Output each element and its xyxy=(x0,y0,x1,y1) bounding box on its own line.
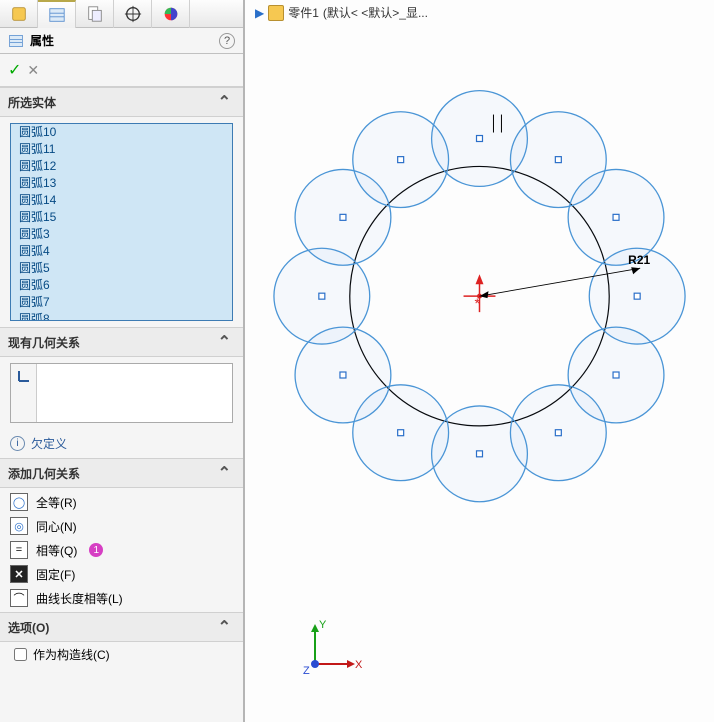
eq-curve-len-icon: ⌒ xyxy=(10,589,28,607)
section-existing-relations[interactable]: 现有几何关系 ⌃ xyxy=(0,327,243,357)
section-label: 现有几何关系 xyxy=(8,334,80,351)
svg-text:*: * xyxy=(475,295,481,311)
add-relation-equal[interactable]: = 相等(Q) 1 xyxy=(0,538,243,562)
fix-icon: ✕ xyxy=(10,565,28,583)
list-item[interactable]: 圆弧5 xyxy=(11,260,232,277)
section-label: 所选实体 xyxy=(8,94,56,111)
property-icon xyxy=(48,6,66,24)
tab-feature[interactable] xyxy=(0,0,38,28)
breadcrumb-suffix: (默认< <默认>_显... xyxy=(323,4,428,21)
pin-button[interactable]: ✕ xyxy=(27,62,39,79)
tab-config[interactable] xyxy=(76,0,114,28)
axis-x-label: X xyxy=(355,659,363,671)
target-icon xyxy=(124,5,142,23)
breadcrumb-doc: 零件1 xyxy=(288,4,319,21)
section-label: 添加几何关系 xyxy=(8,465,80,482)
full-equal-icon: ◯ xyxy=(10,493,28,511)
tab-dim[interactable] xyxy=(114,0,152,28)
center-handle[interactable] xyxy=(477,451,483,457)
property-scroll[interactable]: 所选实体 ⌃ 圆弧10圆弧11圆弧12圆弧13圆弧14圆弧15圆弧3圆弧4圆弧5… xyxy=(0,87,243,722)
axis-y-label: Y xyxy=(319,619,327,631)
property-icon xyxy=(8,33,24,49)
chevron-up-icon[interactable]: ⌃ xyxy=(214,617,235,637)
part-icon xyxy=(268,5,284,21)
breadcrumb-arrow-icon: ▶ xyxy=(255,6,264,20)
center-handle[interactable] xyxy=(555,157,561,163)
center-handle[interactable] xyxy=(613,372,619,378)
list-item[interactable]: 圆弧13 xyxy=(11,175,232,192)
construction-checkbox[interactable] xyxy=(14,648,27,661)
list-item[interactable]: 圆弧6 xyxy=(11,277,232,294)
add-relation-label: 全等(R) xyxy=(36,494,77,511)
step-marker: 1 xyxy=(89,543,103,557)
panel-header: 属性 ? xyxy=(0,28,243,54)
section-add-relations[interactable]: 添加几何关系 ⌃ xyxy=(0,458,243,488)
add-relation-fix[interactable]: ✕ 固定(F) xyxy=(0,562,243,586)
axis-z-label: Z xyxy=(303,665,310,677)
add-relation-eq-curve-len[interactable]: ⌒ 曲线长度相等(L) xyxy=(0,586,243,610)
center-handle[interactable] xyxy=(398,157,404,163)
tab-appearance[interactable] xyxy=(152,0,190,28)
center-handle[interactable] xyxy=(340,372,346,378)
equal-icon: = xyxy=(10,541,28,559)
confirm-button[interactable]: ✓ xyxy=(8,60,21,80)
panel-tabs xyxy=(0,0,243,28)
add-relation-label: 相等(Q) xyxy=(36,542,77,559)
breadcrumb[interactable]: ▶ 零件1 (默认< <默认>_显... xyxy=(255,4,428,21)
chevron-up-icon[interactable]: ⌃ xyxy=(214,92,235,112)
list-item[interactable]: 圆弧4 xyxy=(11,243,232,260)
list-item[interactable]: 圆弧11 xyxy=(11,141,232,158)
center-handle[interactable] xyxy=(477,136,483,142)
list-item[interactable]: 圆弧12 xyxy=(11,158,232,175)
center-handle[interactable] xyxy=(319,293,325,299)
config-icon xyxy=(86,5,104,23)
graphics-viewport[interactable]: ▶ 零件1 (默认< <默认>_显... * R21 xyxy=(245,0,714,722)
center-handle[interactable] xyxy=(398,430,404,436)
status-text: 欠定义 xyxy=(31,435,67,452)
add-relations-list: ◯ 全等(R) ◎ 同心(N) = 相等(Q) 1 ✕ 固定(F) ⌒ 曲线长度相等(L) xyxy=(0,488,243,612)
feature-icon xyxy=(10,5,28,23)
concentric-icon: ◎ xyxy=(10,517,28,535)
list-item[interactable]: 圆弧7 xyxy=(11,294,232,311)
view-triad[interactable]: X Y Z xyxy=(295,614,365,687)
chevron-up-icon[interactable]: ⌃ xyxy=(214,463,235,483)
add-relation-label: 曲线长度相等(L) xyxy=(36,590,123,607)
list-item[interactable]: 圆弧8 xyxy=(11,311,232,321)
origin-marker: * xyxy=(464,274,496,312)
add-relation-full-equal[interactable]: ◯ 全等(R) xyxy=(0,490,243,514)
list-item[interactable]: 圆弧3 xyxy=(11,226,232,243)
panel-resize-handle[interactable] xyxy=(245,0,253,722)
tab-property[interactable] xyxy=(38,0,76,28)
center-handle[interactable] xyxy=(634,293,640,299)
add-relation-label: 固定(F) xyxy=(36,566,75,583)
add-relation-label: 同心(N) xyxy=(36,518,77,535)
existing-relations-box[interactable] xyxy=(10,363,233,423)
panel-title: 属性 xyxy=(30,32,219,49)
list-item[interactable]: 圆弧14 xyxy=(11,192,232,209)
section-options[interactable]: 选项(O) ⌃ xyxy=(0,612,243,642)
info-icon: i xyxy=(10,436,25,451)
add-relation-concentric[interactable]: ◎ 同心(N) xyxy=(0,514,243,538)
section-selected-entities[interactable]: 所选实体 ⌃ xyxy=(0,87,243,117)
action-row: ✓ ✕ xyxy=(0,54,243,87)
list-item[interactable]: 圆弧15 xyxy=(11,209,232,226)
center-handle[interactable] xyxy=(555,430,561,436)
section-label: 选项(O) xyxy=(8,619,49,636)
perpendicular-icon xyxy=(16,368,32,384)
chevron-up-icon[interactable]: ⌃ xyxy=(214,332,235,352)
option-label: 作为构造线(C) xyxy=(33,646,110,663)
appearance-icon xyxy=(162,5,180,23)
status-row: i 欠定义 xyxy=(0,429,243,458)
center-handle[interactable] xyxy=(340,214,346,220)
list-item[interactable]: 圆弧10 xyxy=(11,124,232,141)
help-button[interactable]: ? xyxy=(219,33,235,49)
radius-label: R21 xyxy=(628,253,650,267)
option-construction[interactable]: 作为构造线(C) xyxy=(0,642,243,667)
relation-icon-column xyxy=(11,364,37,422)
center-handle[interactable] xyxy=(613,214,619,220)
selected-entities-list[interactable]: 圆弧10圆弧11圆弧12圆弧13圆弧14圆弧15圆弧3圆弧4圆弧5圆弧6圆弧7圆… xyxy=(10,123,233,321)
